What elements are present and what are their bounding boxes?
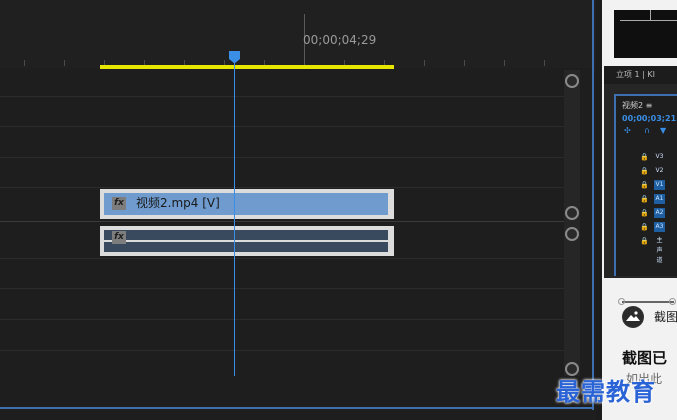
time-ruler[interactable] [0,0,596,68]
fx-icon: fx [112,231,126,244]
work-area-bar[interactable] [100,65,394,69]
track-divider [0,126,566,127]
lock-icon: 🔒 [640,153,649,161]
lock-icon: 🔒 [640,209,649,217]
mini-track-row: 🔒 A2 [640,208,676,218]
mini-panel-title: 视频2 ≡ [622,101,653,110]
mini-track-row: 🔒 V1 [640,180,676,190]
video-audio-divider [0,221,566,222]
scroll-handle-top[interactable] [565,74,579,88]
toast-title: 截图已 [622,349,668,367]
lock-icon: 🔒 [640,181,649,189]
video-clip-label: 视频2.mp4 [V] [136,196,220,210]
vertical-scrollbar[interactable] [564,70,580,376]
mini-track-row: 🔒 A3 [640,222,676,232]
scroll-handle[interactable] [565,206,579,220]
screenshot-tool-icon [622,306,644,328]
mini-track-tag: V3 [655,153,664,160]
mini-track-tag: V2 [655,167,664,174]
mini-track-row: 🔒 V2 [640,166,676,176]
audio-clip[interactable]: fx [100,226,394,256]
timeline-panel[interactable]: 00;00;04;29 fx 视频2.mp4 [V] fx [0,0,596,420]
marker-icon: ▼ [660,126,667,135]
toast-app-name: 截图 [654,310,677,324]
mini-scroll-handle [669,298,676,305]
video-clip[interactable]: fx 视频2.mp4 [V] [100,189,394,219]
ruler-tick [544,60,545,66]
track-divider [0,258,566,259]
thumbnail-preview[interactable] [614,10,677,58]
mini-track-tag: A2 [654,208,665,218]
track-divider [0,288,566,289]
mini-track-tag: V1 [654,180,665,190]
panel-focus-border [592,0,594,410]
mini-track-row: 🔒 A1 [640,194,676,204]
ruler-tick [24,60,25,66]
lock-icon: 🔒 [640,223,649,231]
snap-icon: ✣ [624,126,631,135]
fx-icon: fx [112,197,126,210]
audio-waveform-right [104,242,388,252]
mini-track-tag: A1 [654,194,665,204]
ruler-tick [424,60,425,66]
scroll-handle[interactable] [565,227,579,241]
mini-track-row: 🔒 V3 [640,152,676,162]
lock-icon: 🔒 [640,195,649,203]
mini-track-row: 🔒 主声道 [640,236,676,264]
watermark: 最需教育 [556,377,656,406]
ruler-timecode: 00;00;04;29 [303,33,377,47]
mini-topbar: 立项 1 | KI [604,66,677,84]
ruler-tick [464,60,465,66]
track-divider [0,319,566,320]
mini-topbar-text: 立项 1 | KI [616,70,656,79]
panel-focus-border [0,407,594,409]
track-divider [0,187,566,188]
ruler-tick [64,60,65,66]
mini-timecode: 00;00;03;21 [622,114,677,123]
lock-icon: 🔒 [640,237,649,245]
mini-track-tag: 主声道 [656,237,663,264]
mini-timeline-panel: 视频2 ≡ 00;00;03;21 ✣ ∩ ▼ 🔒 V3 🔒 V2 🔒 V1 🔒 A1 🔒 A2 🔒… [614,94,677,276]
mini-scroll-handle [618,298,625,305]
screenshot-thumbnail[interactable]: 立项 1 | KI 视频2 ≡ 00;00;03;21 ✣ ∩ ▼ 🔒 V3 🔒 V2… [604,66,677,305]
lock-icon: 🔒 [640,167,649,175]
track-divider [0,350,566,351]
audio-waveform-left [104,230,388,240]
thumbnail-cell [620,20,677,58]
magnet-icon: ∩ [644,126,650,135]
playhead-line[interactable] [234,58,235,376]
track-divider [0,96,566,97]
mountain-icon [623,307,643,327]
mini-scroll-rail [622,301,674,303]
ruler-tick [504,60,505,66]
mini-track-tag: A3 [654,222,665,232]
track-divider [0,157,566,158]
mini-scrollbar [618,298,676,306]
